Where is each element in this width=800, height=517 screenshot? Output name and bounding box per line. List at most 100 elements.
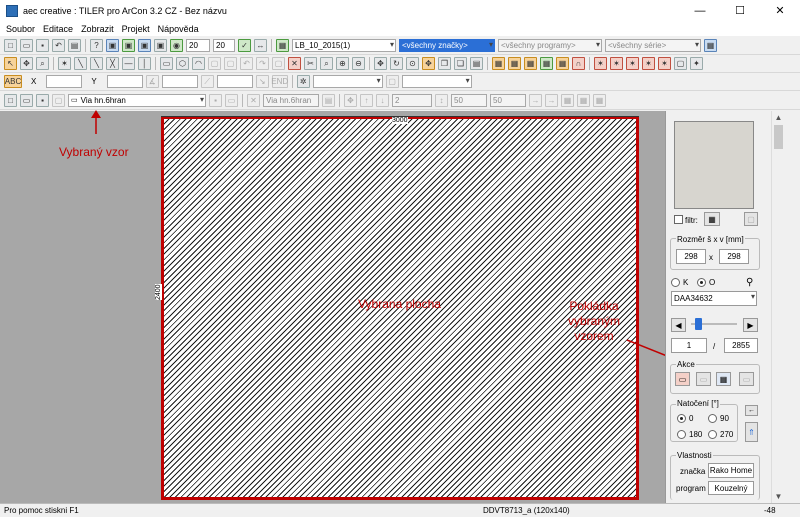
delete-icon[interactable]: ✕ xyxy=(288,57,301,70)
scroll-up-icon[interactable]: ▲ xyxy=(772,111,785,124)
tile-red-2-icon[interactable]: ✶ xyxy=(610,57,623,70)
panel-scrollbar[interactable]: ▲ ▼ xyxy=(771,111,785,503)
tile-grid-5-icon[interactable]: ▦ xyxy=(556,57,569,70)
count-stepper-icon[interactable]: ↕ xyxy=(435,93,448,107)
series-select[interactable]: <všechny série> xyxy=(605,39,701,52)
gap-b-field[interactable]: 50 xyxy=(490,93,526,107)
tile-with-pattern-button[interactable]: ▦ xyxy=(716,372,731,386)
rotation-180-radio[interactable] xyxy=(677,430,686,439)
magnet-icon[interactable]: ∩ xyxy=(572,57,585,70)
brand-select[interactable]: <všechny značky> xyxy=(399,39,495,52)
line-2-icon[interactable]: ╲ xyxy=(90,57,103,70)
measure-icon[interactable]: ↔ xyxy=(254,39,267,52)
align-icon[interactable]: ✶ xyxy=(58,57,71,70)
zoom-in-icon[interactable]: ⊕ xyxy=(336,57,349,70)
arrow-down-icon[interactable]: ↓ xyxy=(376,93,389,107)
zoom-window-icon[interactable]: ⌕ xyxy=(36,57,49,70)
undo-icon[interactable]: ↶ xyxy=(52,39,65,52)
close-button[interactable]: ✕ xyxy=(760,0,800,21)
scissors-icon[interactable]: ✂ xyxy=(304,57,317,70)
move-pattern-icon[interactable]: ✥ xyxy=(344,93,357,107)
pattern-grid-2-icon[interactable]: ▦ xyxy=(577,93,590,107)
gap-a-field[interactable]: 50 xyxy=(451,93,487,107)
rotate-up-button[interactable]: ⇑ xyxy=(745,422,758,442)
confirm-icon[interactable]: ✓ xyxy=(238,39,251,52)
undo-gray-icon[interactable]: ↶ xyxy=(240,57,253,70)
action-fill-button[interactable]: ▭ xyxy=(675,372,690,386)
pattern-save-gray-icon[interactable]: ▪ xyxy=(209,93,222,107)
snap-gray-icon[interactable]: ▢ xyxy=(385,75,399,88)
action-2-button[interactable]: ▭ xyxy=(696,372,711,386)
save-pattern-icon[interactable]: ▪ xyxy=(36,93,49,107)
new-pattern-icon[interactable]: □ xyxy=(4,93,17,107)
snap-select[interactable] xyxy=(312,75,383,88)
pattern-grid-3-icon[interactable]: ▦ xyxy=(593,93,606,107)
horizontal-line-icon[interactable]: — xyxy=(122,57,135,70)
tile-grid-4-icon[interactable]: ▦ xyxy=(540,57,553,70)
tiles-grid-icon[interactable]: ▦ xyxy=(704,39,717,52)
open-pattern-icon[interactable]: ▭ xyxy=(20,93,33,107)
text-style-button[interactable]: ABC xyxy=(4,75,22,88)
snap-icon[interactable]: ✲ xyxy=(296,75,310,88)
rotation-0-radio[interactable] xyxy=(677,414,686,423)
arrow-gray-icon[interactable]: ↘ xyxy=(255,75,269,88)
prev-tile-button[interactable]: ◀ xyxy=(671,318,686,332)
maximize-button[interactable]: ☐ xyxy=(720,0,760,21)
menu-napoveda[interactable]: Nápověda xyxy=(158,24,199,34)
tile-red-4-icon[interactable]: ✶ xyxy=(642,57,655,70)
scroll-down-icon[interactable]: ▼ xyxy=(772,490,785,503)
view-3-icon[interactable]: ▣ xyxy=(138,39,151,52)
height-field[interactable]: 298 xyxy=(719,249,749,264)
count-field[interactable]: 2 xyxy=(392,93,432,107)
minimize-button[interactable]: — xyxy=(680,0,720,21)
polygon-icon[interactable]: ⬡ xyxy=(176,57,189,70)
rotation-270-radio[interactable] xyxy=(708,430,717,439)
pointer-icon[interactable]: ↖ xyxy=(4,57,17,70)
tile-red-1-icon[interactable]: ✶ xyxy=(594,57,607,70)
new-file-icon[interactable]: □ xyxy=(4,39,17,52)
length-field[interactable] xyxy=(216,75,253,88)
tile-red-5-icon[interactable]: ✶ xyxy=(658,57,671,70)
menu-zobrazit[interactable]: Zobrazit xyxy=(81,24,114,34)
tile-grid-icon[interactable]: ▦ xyxy=(492,57,505,70)
rotate-icon[interactable]: ↻ xyxy=(390,57,403,70)
pattern-open-gray-icon[interactable]: ▭ xyxy=(225,93,238,107)
option-o-radio[interactable] xyxy=(697,278,706,287)
move-icon[interactable]: ✥ xyxy=(20,57,33,70)
view-4-icon[interactable]: ▣ xyxy=(154,39,167,52)
view-5-icon[interactable]: ◉ xyxy=(170,39,183,52)
fit-icon[interactable]: ✥ xyxy=(422,57,435,70)
copy-icon[interactable]: ❐ xyxy=(438,57,451,70)
disabled-1-icon[interactable]: ▢ xyxy=(208,57,221,70)
pattern-delete-icon[interactable]: ✕ xyxy=(247,93,260,107)
filter-checkbox[interactable] xyxy=(674,215,683,224)
search-icon[interactable]: ⌕ xyxy=(320,57,333,70)
edit-pattern-icon[interactable]: ▤ xyxy=(322,93,335,107)
rotation-90-radio[interactable] xyxy=(708,414,717,423)
line-icon[interactable]: ╲ xyxy=(74,57,87,70)
vertical-line-icon[interactable]: │ xyxy=(138,57,151,70)
view-1-icon[interactable]: ▣ xyxy=(106,39,119,52)
pattern-arrow-icon[interactable]: → xyxy=(529,93,542,107)
save-icon[interactable]: ▪ xyxy=(36,39,49,52)
menu-projekt[interactable]: Projekt xyxy=(122,24,150,34)
paste-icon[interactable]: ❏ xyxy=(454,57,467,70)
x-field[interactable] xyxy=(46,75,83,88)
print-icon[interactable]: ▤ xyxy=(68,39,81,52)
length-icon[interactable]: ⟋ xyxy=(200,75,214,88)
tile-red-3-icon[interactable]: ✶ xyxy=(626,57,639,70)
rotate-left-button[interactable]: ← xyxy=(745,405,758,416)
next-tile-button[interactable]: ▶ xyxy=(743,318,758,332)
pattern-arrow-2-icon[interactable]: → xyxy=(545,93,558,107)
y-field[interactable] xyxy=(106,75,143,88)
end-button[interactable]: END xyxy=(271,75,288,88)
zoom-out-icon[interactable]: ⊖ xyxy=(352,57,365,70)
pattern-select[interactable]: ▭ Via hn.6hran xyxy=(68,93,206,107)
scroll-thumb[interactable] xyxy=(774,125,783,149)
tile-gray-icon[interactable]: ▢ xyxy=(674,57,687,70)
catalog-icon[interactable]: ▦ xyxy=(276,39,289,52)
rect-icon[interactable]: ▭ xyxy=(160,57,173,70)
action-4-button[interactable]: ▭ xyxy=(739,372,754,386)
angle-field[interactable] xyxy=(161,75,198,88)
line-3-icon[interactable]: ╳ xyxy=(106,57,119,70)
